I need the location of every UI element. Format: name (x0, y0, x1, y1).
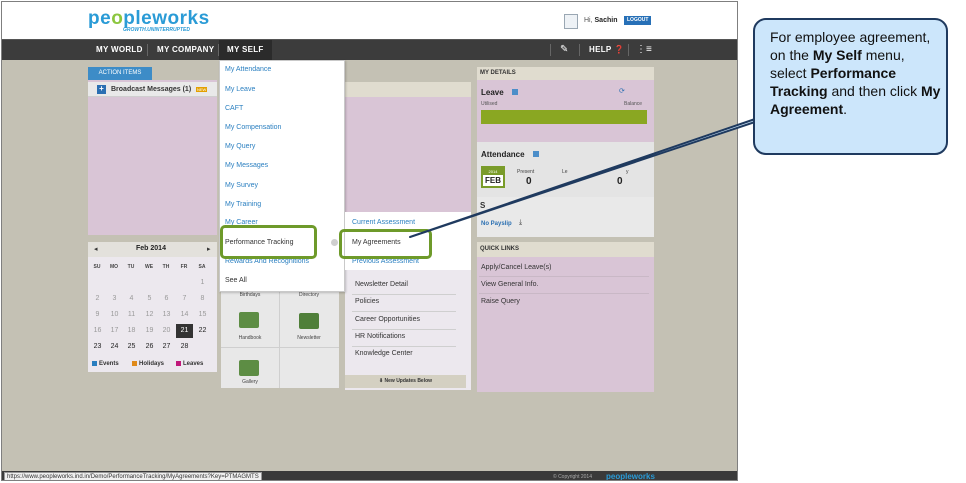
callout-text-part: and then click (827, 83, 921, 99)
callout-text: For employee agreement, on the My Self m… (770, 28, 942, 118)
callout-bold-part: My Self (812, 47, 862, 63)
callout-text-part: . (843, 101, 848, 117)
